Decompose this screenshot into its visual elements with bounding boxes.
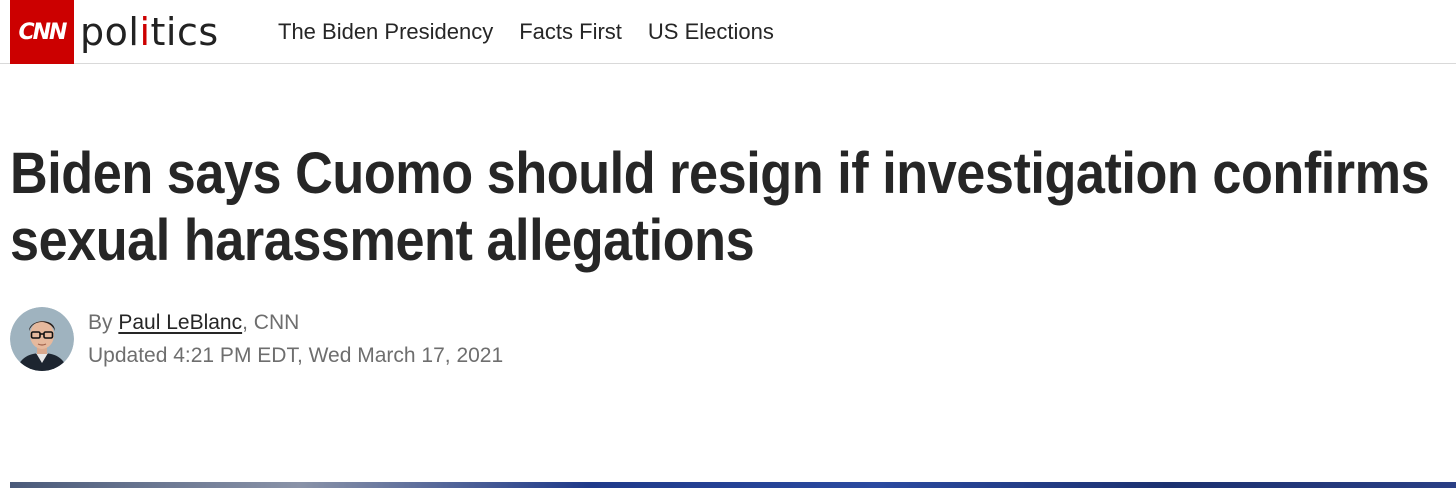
author-avatar-image	[10, 307, 74, 371]
site-header: CNN politics The Biden Presidency Facts …	[0, 0, 1456, 64]
politics-section-logo[interactable]: politics	[80, 8, 219, 56]
hero-image-top	[10, 482, 1456, 488]
section-suffix: tics	[150, 10, 219, 54]
author-link[interactable]: Paul LeBlanc	[118, 311, 242, 334]
byline-org: , CNN	[242, 311, 300, 334]
cnn-logo-text: CNN	[18, 19, 68, 45]
section-accent: i	[139, 10, 151, 54]
byline-author-line: By Paul LeBlanc, CNN	[88, 306, 503, 339]
byline-prefix: By	[88, 311, 119, 334]
byline-text: By Paul LeBlanc, CNN Updated 4:21 PM EDT…	[88, 306, 503, 372]
section-prefix: pol	[80, 10, 140, 54]
nav-facts-first[interactable]: Facts First	[519, 19, 622, 45]
byline: By Paul LeBlanc, CNN Updated 4:21 PM EDT…	[10, 306, 503, 372]
cnn-logo[interactable]: CNN	[10, 0, 74, 64]
author-avatar[interactable]	[10, 307, 74, 371]
article-headline: Biden says Cuomo should resign if invest…	[10, 141, 1430, 273]
page: CNN politics The Biden Presidency Facts …	[0, 0, 1456, 488]
nav-us-elections[interactable]: US Elections	[648, 19, 774, 45]
updated-timestamp: Updated 4:21 PM EDT, Wed March 17, 2021	[88, 344, 504, 367]
section-nav: The Biden Presidency Facts First US Elec…	[278, 0, 774, 64]
nav-biden-presidency[interactable]: The Biden Presidency	[278, 19, 493, 45]
